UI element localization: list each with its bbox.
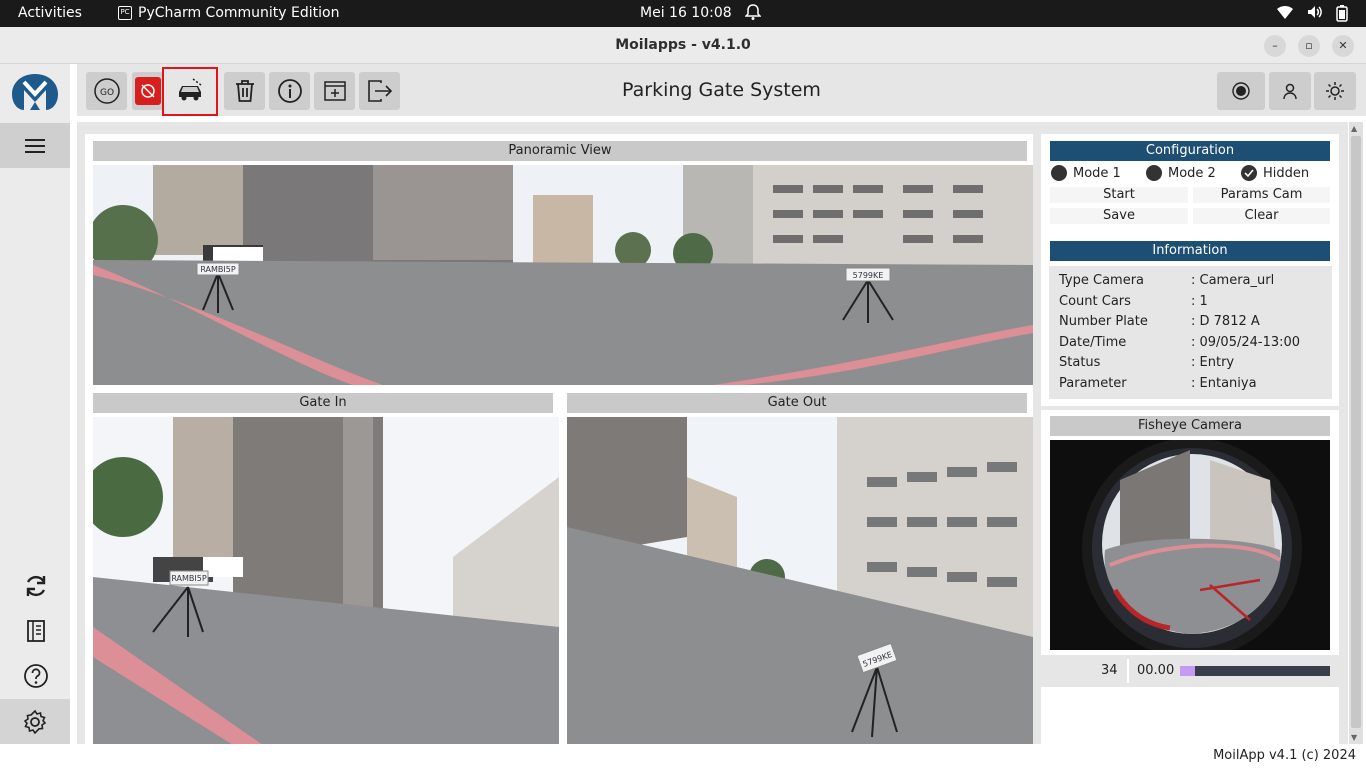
content-area: Panoramic View RAMBI5P 5799KE Gate In RA… [77, 122, 1348, 745]
time-label: 00.00 [1137, 663, 1175, 678]
minimize-button[interactable]: – [1264, 35, 1286, 57]
hidden-label: Hidden [1263, 165, 1310, 181]
info-row-type-camera: Type Camera: Camera_url [1059, 273, 1275, 288]
gate-out-header: Gate Out [567, 393, 1027, 413]
information-header: Information [1050, 241, 1330, 261]
hamburger-menu-button[interactable] [0, 123, 70, 168]
params-cam-button[interactable]: Params Cam [1193, 187, 1330, 203]
theme-button[interactable] [1314, 72, 1356, 110]
close-button[interactable]: ✕ [1332, 35, 1354, 57]
info-row-parameter: Parameter: Entaniya [1059, 376, 1257, 391]
battery-icon [1336, 5, 1348, 22]
refresh-icon [26, 575, 46, 597]
mode1-radio[interactable]: Mode 1 [1051, 165, 1121, 181]
progress-bar[interactable] [1180, 666, 1330, 676]
maximize-button[interactable]: ▫ [1298, 35, 1320, 57]
info-row-date-time: Date/Time: 09/05/24-13:00 [1059, 335, 1301, 350]
app-menu-label: PyCharm Community Edition [138, 5, 340, 21]
record-icon [1232, 82, 1250, 100]
panoramic-header: Panoramic View [93, 141, 1027, 161]
svg-text:RAMBI5P: RAMBI5P [171, 574, 207, 583]
gate-out-image: 5799KE [567, 417, 1033, 745]
vertical-scrollbar[interactable]: ▲ ▼ [1349, 122, 1363, 744]
clear-button[interactable]: Clear [1193, 208, 1330, 224]
activities-button[interactable]: Activities [18, 5, 82, 21]
save-button[interactable]: Save [1050, 208, 1188, 224]
gate-in-header: Gate In [93, 393, 553, 413]
info-row-status: Status: Entry [1059, 355, 1235, 370]
system-tray[interactable] [1276, 4, 1348, 22]
user-button[interactable] [1269, 72, 1311, 110]
frame-count: 34 [1101, 663, 1118, 678]
divider [1127, 659, 1129, 683]
gate-in-image: RAMBI5P [93, 417, 559, 745]
playback-bar: 34 00.00 [1041, 655, 1339, 687]
scroll-up-icon[interactable]: ▲ [1351, 124, 1357, 133]
hamburger-icon [25, 138, 45, 153]
gear-icon [23, 709, 47, 734]
configuration-header: Configuration [1050, 141, 1330, 161]
information-body: Type Camera: Camera_url Count Cars: 1 Nu… [1049, 266, 1332, 399]
configuration-panel: Configuration Mode 1 Mode 2 Hidden Start… [1041, 134, 1339, 233]
info-row-number-plate: Number Plate: D 7812 A [1059, 314, 1260, 329]
help-button[interactable] [22, 662, 50, 690]
refresh-button[interactable] [22, 572, 50, 600]
gate-in-panel: Gate In RAMBI5P [85, 385, 559, 745]
gate-out-panel: Gate Out 5799KE [559, 385, 1033, 745]
sun-icon [1326, 82, 1344, 100]
svg-text:RAMBI5P: RAMBI5P [200, 265, 236, 274]
radio-dot-icon [1146, 165, 1162, 181]
fisheye-panel: Fisheye Camera 34 00.00 [1041, 410, 1339, 744]
panoramic-image: RAMBI5P 5799KE [93, 165, 1033, 385]
system-top-bar: Activities PC PyCharm Community Edition … [0, 0, 1366, 27]
left-sidebar [0, 64, 70, 744]
mode2-label: Mode 2 [1168, 165, 1216, 181]
scrollbar-thumb[interactable] [1351, 136, 1361, 728]
window-titlebar: Moilapps - v4.1.0 – ▫ ✕ [0, 27, 1366, 64]
pycharm-icon: PC [118, 6, 132, 20]
document-icon [27, 620, 45, 642]
app-window: GO Parking Gate System Panoramic View RA… [0, 64, 1366, 745]
radio-dot-icon [1051, 165, 1067, 181]
check-icon [1241, 165, 1257, 181]
document-button[interactable] [22, 617, 50, 645]
bell-icon[interactable] [744, 3, 762, 25]
clock[interactable]: Mei 16 10:08 [640, 5, 732, 21]
volume-icon [1308, 6, 1322, 18]
scroll-down-icon[interactable]: ▼ [1351, 733, 1357, 742]
progress-fill [1180, 666, 1195, 676]
help-icon [24, 664, 48, 688]
record-button[interactable] [1217, 72, 1265, 110]
moil-logo-icon [8, 70, 62, 114]
toolbar: GO Parking Gate System [77, 64, 1366, 116]
settings-button[interactable] [0, 699, 70, 744]
info-row-count-cars: Count Cars: 1 [1059, 294, 1208, 309]
user-icon [1283, 83, 1297, 100]
mode2-radio[interactable]: Mode 2 [1146, 165, 1216, 181]
wifi-icon [1277, 5, 1293, 19]
mode1-label: Mode 1 [1073, 165, 1121, 181]
status-footer: MoilApp v4.1 (c) 2024 [0, 744, 1366, 768]
fisheye-image [1050, 440, 1330, 650]
information-panel: Information Type Camera: Camera_url Coun… [1041, 233, 1339, 406]
hidden-checkbox[interactable]: Hidden [1241, 165, 1309, 181]
panoramic-panel: Panoramic View RAMBI5P 5799KE [85, 134, 1033, 385]
window-title: Moilapps - v4.1.0 [615, 37, 751, 53]
footer-copyright: MoilApp v4.1 (c) 2024 [1213, 748, 1356, 763]
fisheye-header: Fisheye Camera [1050, 416, 1330, 436]
start-button[interactable]: Start [1050, 187, 1188, 203]
page-title: Parking Gate System [622, 79, 821, 101]
app-menu[interactable]: PC PyCharm Community Edition [118, 5, 339, 21]
svg-text:5799KE: 5799KE [853, 271, 884, 280]
